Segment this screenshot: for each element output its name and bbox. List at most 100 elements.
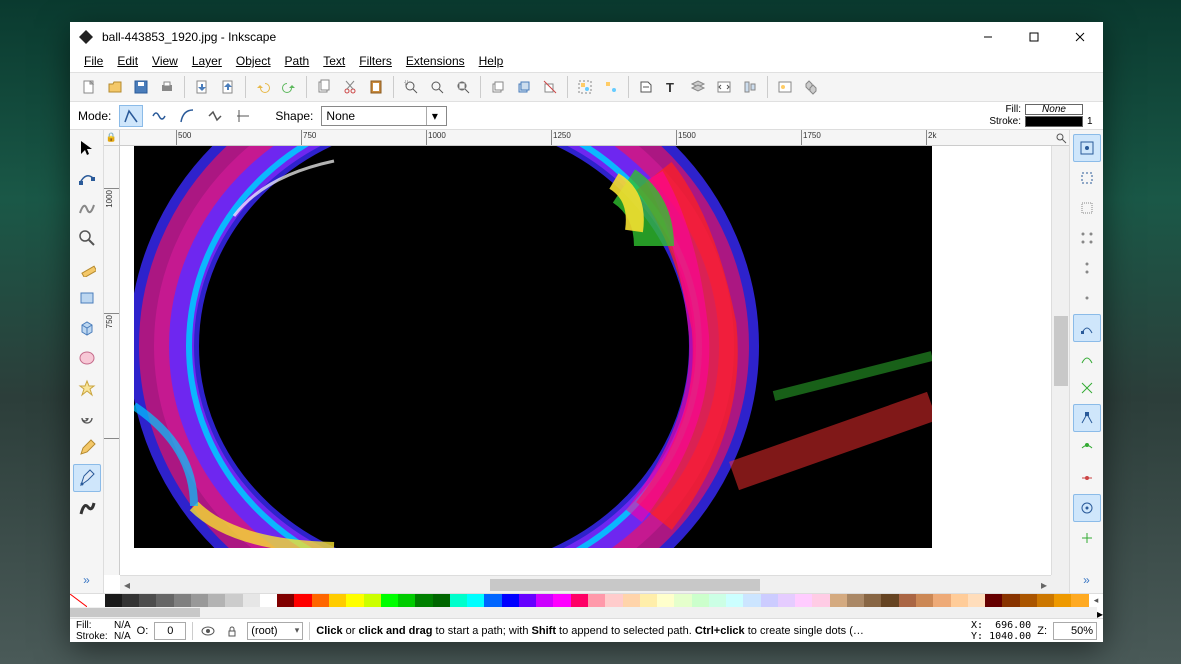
color-swatch[interactable] [1054, 594, 1071, 607]
snap-path-intersection-icon[interactable] [1073, 374, 1101, 402]
color-swatch[interactable] [433, 594, 450, 607]
cut-icon[interactable] [339, 76, 361, 98]
fill-swatch[interactable]: None [1025, 104, 1083, 115]
menu-layer[interactable]: Layer [186, 52, 228, 70]
rect-tool-icon[interactable] [73, 284, 101, 312]
color-swatch[interactable] [571, 594, 588, 607]
color-swatch[interactable] [484, 594, 501, 607]
color-swatch[interactable] [87, 594, 104, 607]
pencil-tool-icon[interactable] [73, 434, 101, 462]
color-swatch[interactable] [951, 594, 968, 607]
menu-filters[interactable]: Filters [353, 52, 398, 70]
maximize-button[interactable] [1011, 22, 1057, 52]
zoom-tool-icon[interactable] [73, 224, 101, 252]
color-swatch[interactable] [174, 594, 191, 607]
zoom-page-icon[interactable] [452, 76, 474, 98]
color-swatch[interactable] [743, 594, 760, 607]
color-swatch[interactable] [847, 594, 864, 607]
pen-tool-icon[interactable] [73, 464, 101, 492]
calligraphy-tool-icon[interactable] [73, 494, 101, 522]
color-swatch[interactable] [674, 594, 691, 607]
color-swatch[interactable] [243, 594, 260, 607]
opacity-spinner[interactable]: 0 [154, 622, 186, 640]
document-properties-icon[interactable] [800, 76, 822, 98]
snap-path-icon[interactable] [1073, 344, 1101, 372]
mode-bezier-icon[interactable] [119, 105, 143, 127]
color-swatch[interactable] [692, 594, 709, 607]
snap-node-cusp-icon[interactable] [1073, 404, 1101, 432]
group-icon[interactable] [574, 76, 596, 98]
color-swatch[interactable] [1037, 594, 1054, 607]
snap-bbox-corner-icon[interactable] [1073, 224, 1101, 252]
snap-bbox-center-icon[interactable] [1073, 284, 1101, 312]
ellipse-tool-icon[interactable] [73, 344, 101, 372]
mode-spiro-icon[interactable] [147, 105, 171, 127]
color-swatch[interactable] [933, 594, 950, 607]
selector-tool-icon[interactable] [73, 134, 101, 162]
undo-icon[interactable] [252, 76, 274, 98]
toolbox-more-icon[interactable]: » [83, 573, 90, 593]
menu-path[interactable]: Path [279, 52, 316, 70]
snap-bbox-icon[interactable] [1073, 164, 1101, 192]
status-fill-stroke[interactable]: Fill:N/A Stroke:N/A [76, 620, 131, 642]
color-swatch[interactable] [864, 594, 881, 607]
palette-scrollbar[interactable] [70, 607, 1097, 618]
color-swatch[interactable] [105, 594, 122, 607]
canvas[interactable] [120, 146, 1051, 575]
color-swatch[interactable] [623, 594, 640, 607]
lock-guides-icon[interactable]: 🔒 [104, 130, 120, 146]
zoom-input[interactable]: 50% [1053, 622, 1097, 640]
menu-extensions[interactable]: Extensions [400, 52, 471, 70]
copy-icon[interactable] [313, 76, 335, 98]
vertical-ruler[interactable]: 1000 750 [104, 146, 120, 575]
color-swatch[interactable] [519, 594, 536, 607]
snap-enable-icon[interactable] [1073, 134, 1101, 162]
color-swatch[interactable] [312, 594, 329, 607]
spiral-tool-icon[interactable] [73, 404, 101, 432]
color-swatch[interactable] [122, 594, 139, 607]
swatch-none[interactable] [70, 594, 87, 607]
color-swatch[interactable] [502, 594, 519, 607]
palette-scroll-right-icon[interactable]: ▸ [1097, 607, 1103, 618]
zoom-selection-icon[interactable] [400, 76, 422, 98]
color-swatch[interactable] [553, 594, 570, 607]
menu-view[interactable]: View [146, 52, 184, 70]
color-swatch[interactable] [881, 594, 898, 607]
color-swatch[interactable] [985, 594, 1002, 607]
close-button[interactable] [1057, 22, 1103, 52]
color-swatch[interactable] [329, 594, 346, 607]
color-swatch[interactable] [968, 594, 985, 607]
menu-object[interactable]: Object [230, 52, 277, 70]
horizontal-scrollbar[interactable]: ◂ ▸ [120, 575, 1051, 593]
snapbar-more-icon[interactable]: » [1083, 573, 1090, 593]
tweak-tool-icon[interactable] [73, 194, 101, 222]
redo-icon[interactable] [278, 76, 300, 98]
unlink-clone-icon[interactable] [539, 76, 561, 98]
layers-dialog-icon[interactable] [687, 76, 709, 98]
color-swatch[interactable] [812, 594, 829, 607]
snap-nodes-icon[interactable] [1073, 314, 1101, 342]
layer-selector[interactable]: (root)▾ [247, 622, 303, 640]
snap-bbox-midpoint-icon[interactable] [1073, 254, 1101, 282]
shape-select[interactable]: None ▾ [321, 106, 447, 126]
align-dialog-icon[interactable] [739, 76, 761, 98]
color-swatch[interactable] [191, 594, 208, 607]
color-swatch[interactable] [398, 594, 415, 607]
color-swatch[interactable] [761, 594, 778, 607]
color-swatch[interactable] [726, 594, 743, 607]
color-swatch[interactable] [1071, 594, 1088, 607]
color-swatch[interactable] [916, 594, 933, 607]
import-icon[interactable] [191, 76, 213, 98]
minimize-button[interactable] [965, 22, 1011, 52]
color-swatch[interactable] [156, 594, 173, 607]
mode-paraxial-icon[interactable] [203, 105, 227, 127]
style-indicator[interactable]: Fill:None Stroke:1 [989, 104, 1095, 128]
new-document-icon[interactable] [78, 76, 100, 98]
menu-file[interactable]: File [78, 52, 109, 70]
text-dialog-icon[interactable]: T [661, 76, 683, 98]
color-swatch[interactable] [208, 594, 225, 607]
menu-edit[interactable]: Edit [111, 52, 144, 70]
color-swatch[interactable] [346, 594, 363, 607]
snap-bbox-edge-icon[interactable] [1073, 194, 1101, 222]
vertical-scrollbar[interactable] [1051, 146, 1069, 575]
